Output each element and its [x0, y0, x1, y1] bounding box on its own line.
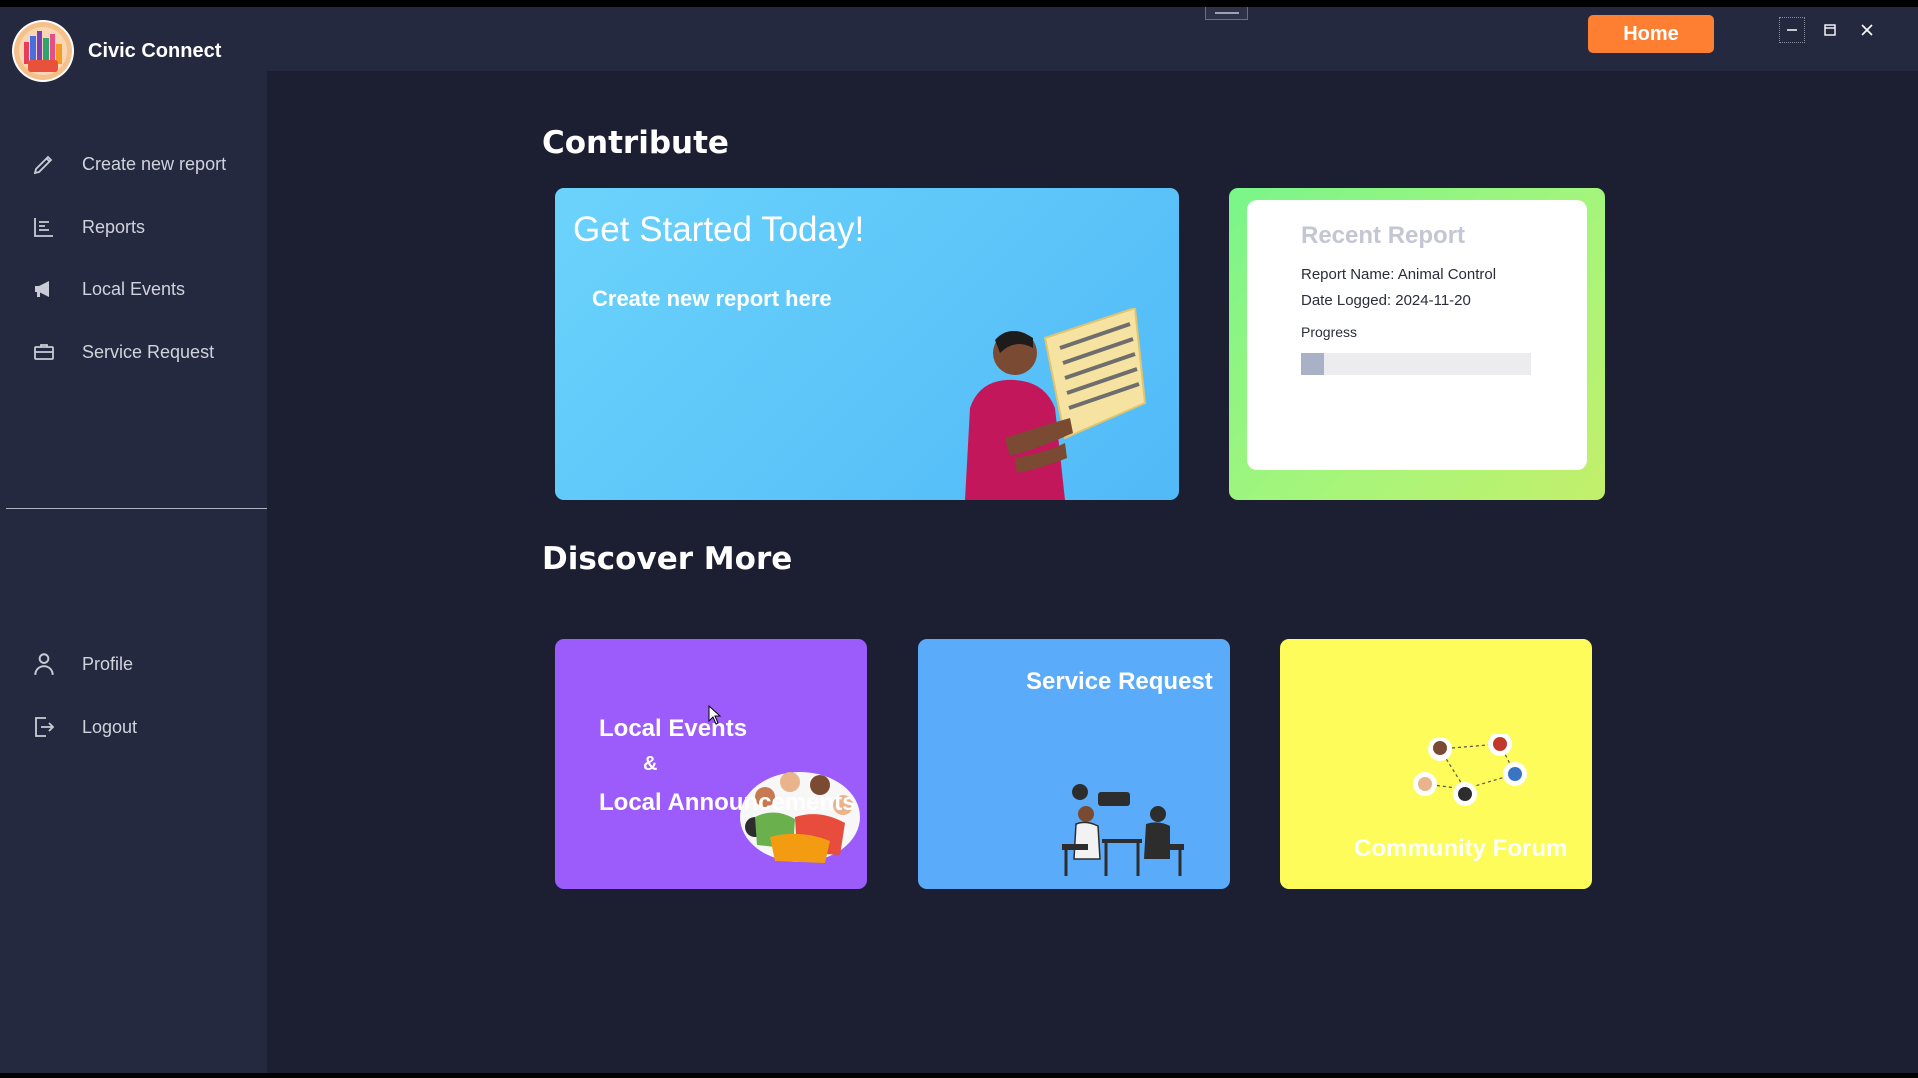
sidebar: Civic Connect Create new report Reports …: [0, 7, 267, 1073]
sidebar-item-reports[interactable]: Reports: [30, 207, 145, 247]
local-events-card[interactable]: Local Events & Local Announcements: [555, 639, 867, 889]
sidebar-item-label: Local Events: [82, 278, 186, 299]
sidebar-divider: [6, 508, 267, 509]
sidebar-item-local-events[interactable]: Local Events: [30, 269, 185, 309]
discover-more-heading: Discover More: [542, 541, 793, 577]
mouse-cursor-icon: [708, 705, 722, 725]
contribute-heading: Contribute: [542, 125, 729, 161]
app-window: Civic Connect Create new report Reports …: [0, 7, 1918, 1073]
sidebar-item-create-new-report[interactable]: Create new report: [30, 144, 226, 184]
minimize-icon[interactable]: [1779, 17, 1805, 43]
sidebar-item-label: Service Request: [82, 341, 215, 362]
recent-report-card[interactable]: Recent Report Report Name: Animal Contro…: [1229, 188, 1605, 500]
ampersand-label: &: [643, 753, 658, 775]
drag-handle[interactable]: [1205, 7, 1248, 20]
sidebar-item-profile[interactable]: Profile: [30, 644, 133, 684]
get-started-title: Get Started Today!: [573, 210, 865, 249]
report-name: Report Name: Animal Control: [1301, 266, 1497, 283]
person-with-document-illustration: [965, 308, 1147, 500]
app-name: Civic Connect: [88, 39, 222, 62]
sidebar-item-label: Create new report: [82, 153, 227, 174]
recent-report-title: Recent Report: [1301, 222, 1466, 249]
recent-report-panel: Recent Report Report Name: Animal Contro…: [1247, 200, 1587, 470]
megaphone-icon: [30, 275, 58, 303]
top-bar: Home: [267, 7, 1918, 71]
progress-bar: [1301, 353, 1531, 375]
logout-icon: [30, 713, 58, 741]
home-button[interactable]: Home: [1588, 15, 1714, 53]
progress-label: Progress: [1301, 324, 1358, 340]
sidebar-item-service-request[interactable]: Service Request: [30, 332, 214, 372]
brand: Civic Connect: [12, 20, 221, 82]
progress-fill: [1301, 353, 1324, 375]
sidebar-item-label: Profile: [82, 653, 134, 674]
community-forum-label: Community Forum: [1354, 835, 1568, 862]
service-request-label: Service Request: [1026, 668, 1213, 695]
person-icon: [30, 650, 58, 678]
app-logo: [12, 20, 74, 82]
date-logged: Date Logged: 2024-11-20: [1301, 292, 1471, 309]
sidebar-item-logout[interactable]: Logout: [30, 707, 137, 747]
pencil-icon: [30, 150, 58, 178]
list-icon: [30, 213, 58, 241]
service-desk-illustration: [1062, 784, 1184, 876]
maximize-icon[interactable]: [1817, 17, 1843, 43]
get-started-card[interactable]: Get Started Today! Create new report her…: [555, 188, 1179, 500]
community-forum-card[interactable]: Community Forum: [1280, 639, 1592, 889]
community-network-illustration: [1413, 734, 1527, 806]
briefcase-icon: [30, 338, 58, 366]
local-events-label: Local Events: [599, 715, 748, 742]
close-icon[interactable]: [1854, 17, 1880, 43]
local-announcements-label: Local Announcements: [599, 789, 856, 816]
sidebar-item-label: Logout: [82, 716, 138, 737]
create-report-link[interactable]: Create new report here: [592, 286, 832, 312]
service-request-card[interactable]: Service Request: [918, 639, 1230, 889]
sidebar-item-label: Reports: [82, 216, 146, 237]
